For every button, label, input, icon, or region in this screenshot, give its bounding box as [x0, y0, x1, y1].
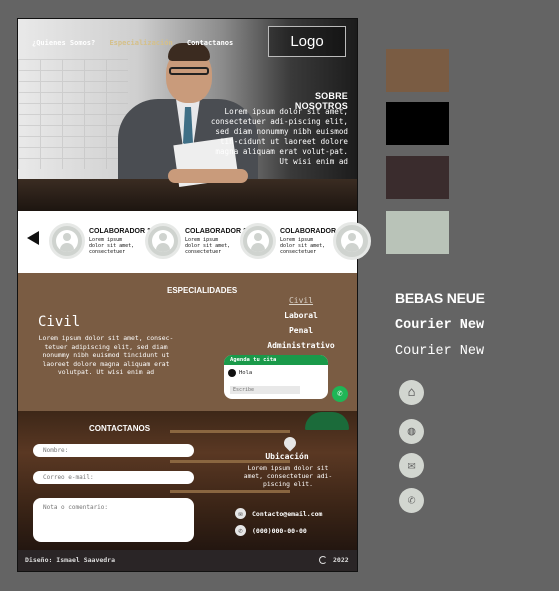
specialty-heading: Civil [38, 314, 81, 330]
collaborator-desc: Lorem ipsum dolor sit amet, consectetuer [89, 237, 135, 255]
font-sample-courier-regular: Courier New [395, 344, 485, 359]
collaborator-desc: Lorem ipsum dolor sit amet, consectetuer [185, 237, 231, 255]
collaborator-name: COLABORADOR 1 [280, 228, 342, 235]
user-avatar-icon [228, 369, 236, 377]
specialty-item-penal[interactable]: Penal [256, 323, 346, 338]
name-field[interactable] [33, 444, 194, 457]
location-title: Ubicación [265, 452, 309, 461]
collaborator-name: COLABORADOR 1 [185, 228, 247, 235]
specialties-title: ESPECIALIDADES [167, 286, 238, 295]
copyright-icon [319, 556, 327, 564]
collaborators-carousel: COLABORADOR 1 Lorem ipsum dolor sit amet… [18, 211, 357, 273]
globe-icon: ◍ [399, 419, 424, 444]
whatsapp-icon[interactable]: ✆ [332, 386, 348, 402]
chat-message-input[interactable] [230, 386, 300, 394]
carousel-prev-arrow-icon[interactable] [27, 231, 39, 245]
comment-field[interactable] [33, 498, 194, 542]
avatar-icon [49, 223, 85, 259]
mail-icon: ✉ [399, 453, 424, 478]
nav-item-especializacion[interactable]: Especialización [109, 39, 172, 47]
contact-email[interactable]: Contacto@email.com [252, 510, 322, 518]
avatar-icon [240, 223, 276, 259]
color-swatch-brown [386, 49, 449, 92]
nav-item-quienes-somos[interactable]: ¿Quienes Somos? [32, 39, 95, 47]
contact-phone-row: ✆ (000)000-00-00 [235, 525, 307, 536]
color-swatch-black [386, 102, 449, 145]
whatsapp-chat-widget: Agenda tu cita Hola [224, 355, 328, 399]
home-icon: ⌂ [399, 380, 424, 405]
collaborator-desc: Lorem ipsum dolor sit amet, consectetuer [280, 237, 326, 255]
specialty-item-administrativo[interactable]: Administrativo [256, 338, 346, 353]
contact-phone[interactable]: (000)000-00-00 [252, 527, 307, 535]
logo[interactable]: Logo [268, 26, 346, 57]
contact-title: CONTACTANOS [89, 424, 151, 433]
chat-greeting: Hola [228, 369, 252, 377]
phone-icon: ✆ [399, 488, 424, 513]
footer-year: 2022 [333, 556, 349, 564]
specialty-item-laboral[interactable]: Laboral [256, 308, 346, 323]
hero-photo-glasses [169, 67, 209, 75]
chat-greeting-text: Hola [239, 370, 253, 376]
avatar-icon [145, 223, 181, 259]
specialty-text: Lorem ipsum dolor sit amet, consec-tetue… [38, 334, 174, 376]
font-sample-courier-bold: Courier New [395, 318, 485, 333]
brick-wall [18, 59, 128, 169]
mail-icon: ✉ [235, 508, 246, 519]
bookshelf-decoration [170, 490, 290, 493]
footer-credit: Diseño: Ismael Saavedra [25, 556, 116, 564]
avatar-icon [333, 222, 371, 260]
about-text: Lorem ipsum dolor sit amet, consectetuer… [210, 107, 348, 166]
lamp-decoration [305, 412, 349, 430]
font-sample-bebas: BEBAS NEUE [395, 290, 485, 306]
contact-email-row: ✉ Contacto@email.com [235, 508, 322, 519]
top-nav: ¿Quienes Somos? Especialización Contacta… [32, 39, 243, 47]
phone-icon: ✆ [235, 525, 246, 536]
nav-item-contactanos[interactable]: Contactanos [187, 39, 233, 47]
location-text: Lorem ipsum dolor sit amet, consectetuer… [243, 464, 333, 488]
hero-photo-hands [168, 169, 248, 183]
bookshelf-decoration [170, 430, 290, 433]
specialty-list: Civil Laboral Penal Administrativo [256, 293, 346, 353]
specialty-item-civil[interactable]: Civil [256, 293, 346, 308]
collaborator-name: COLABORADOR 1 [89, 228, 151, 235]
chat-widget-header: Agenda tu cita [224, 355, 328, 365]
color-swatch-sage [386, 211, 449, 254]
color-swatch-dark-brown [386, 156, 449, 199]
email-field[interactable] [33, 471, 194, 484]
